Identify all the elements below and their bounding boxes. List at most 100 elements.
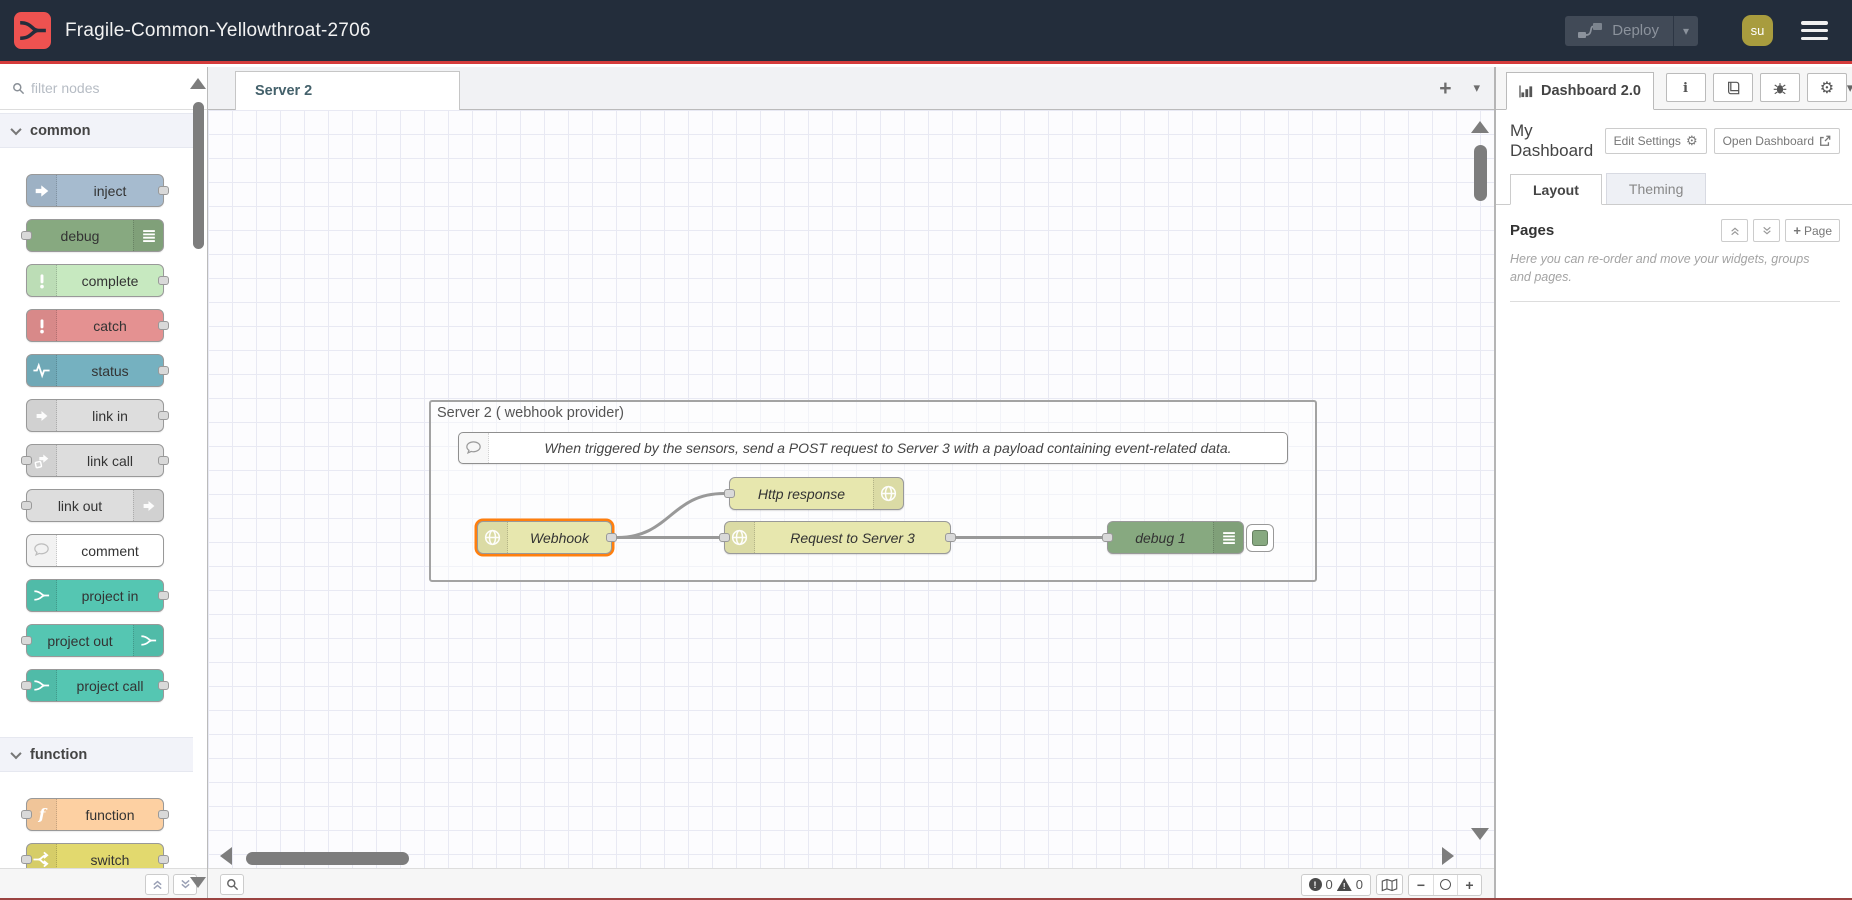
workspace: Server 2 + ▾ Server 2 ( webhook provider… (208, 67, 1494, 900)
node-port-in[interactable] (724, 489, 735, 498)
palette-node-catch[interactable]: catch (26, 309, 164, 342)
zoom-in-button[interactable]: + (1457, 875, 1481, 895)
flow-node-http-response[interactable]: Http response (729, 477, 904, 510)
node-port-out[interactable] (945, 533, 956, 542)
node-port-in (21, 456, 32, 465)
node-palette: common inject debug complete catch status link… (0, 67, 208, 900)
palette-node-comment[interactable]: comment (26, 534, 164, 567)
palette-category-common[interactable]: common (0, 113, 193, 148)
flow-node-webhook[interactable]: Webhook (477, 521, 612, 554)
edit-settings-label: Edit Settings (1614, 134, 1681, 148)
wire-webhook-to-http-response[interactable] (617, 494, 724, 538)
palette-node-label: project in (57, 580, 163, 611)
pages-heading: Pages (1510, 222, 1554, 239)
palette-node-project-in[interactable]: project in (26, 579, 164, 612)
tab-theming[interactable]: Theming (1606, 173, 1706, 204)
sidebar-tab-debug[interactable] (1760, 73, 1800, 102)
palette-node-label: link call (57, 445, 163, 476)
warning-count-icon: ! (1337, 878, 1352, 891)
plus-icon: + (1793, 223, 1801, 238)
flowfuse-icon (133, 625, 163, 656)
exclamation-icon (27, 265, 57, 296)
palette-node-switch[interactable]: switch (26, 843, 164, 868)
palette-node-status[interactable]: status (26, 354, 164, 387)
editor-body: common inject debug complete catch status link… (0, 67, 1852, 900)
add-flow-button[interactable]: + (1439, 78, 1451, 99)
status-badge[interactable]: ! 0 ! 0 (1301, 874, 1371, 896)
chevron-down-icon (10, 747, 21, 758)
canvas-scroll-left-arrow[interactable] (220, 847, 232, 865)
palette-scroll-down-arrow[interactable] (190, 877, 206, 888)
palette-collapse-all-button[interactable] (145, 874, 169, 895)
canvas-vscrollbar-thumb[interactable] (1474, 145, 1487, 201)
debug-list-icon (1213, 522, 1243, 553)
node-port-in[interactable] (719, 533, 730, 542)
palette-scroll-up-arrow[interactable] (190, 78, 206, 89)
palette-node-complete[interactable]: complete (26, 264, 164, 297)
edit-settings-button[interactable]: Edit Settings ⚙ (1605, 128, 1707, 154)
canvas-hscrollbar-thumb[interactable] (246, 852, 409, 865)
move-page-up-button[interactable] (1721, 219, 1748, 242)
node-port-in (21, 855, 32, 864)
node-port-out (158, 855, 169, 864)
canvas-search-button[interactable] (220, 874, 244, 895)
node-port-out (158, 591, 169, 600)
palette-node-link-out[interactable]: link out (26, 489, 164, 522)
node-port-out[interactable] (606, 533, 617, 542)
palette-node-link-in[interactable]: link in (26, 399, 164, 432)
canvas-scroll-right-arrow[interactable] (1442, 847, 1454, 865)
comment-bubble-icon (27, 535, 57, 566)
deploy-button[interactable]: Deploy ▾ (1565, 16, 1698, 46)
flow-node-request[interactable]: Request to Server 3 (724, 521, 951, 554)
canvas-scroll-down-arrow[interactable] (1471, 828, 1489, 840)
flow-node-debug1[interactable]: debug 1 (1107, 521, 1244, 554)
move-page-down-button[interactable] (1753, 219, 1780, 242)
node-port-in (21, 810, 32, 819)
flow-tab-server-2[interactable]: Server 2 (235, 71, 460, 110)
palette-node-inject[interactable]: inject (26, 174, 164, 207)
tab-layout[interactable]: Layout (1510, 174, 1602, 205)
palette-node-project-out[interactable]: project out (26, 624, 164, 657)
palette-node-link-call[interactable]: link call (26, 444, 164, 477)
palette-node-project-call[interactable]: project call (26, 669, 164, 702)
zoom-reset-button[interactable] (1433, 875, 1457, 895)
node-port-out (158, 810, 169, 819)
palette-category-function[interactable]: function (0, 737, 193, 772)
palette-node-debug[interactable]: debug (26, 219, 164, 252)
sidebar-tab-help[interactable] (1713, 73, 1753, 102)
globe-icon (478, 522, 508, 553)
debug-toggle-button[interactable] (1246, 524, 1274, 552)
node-port-in[interactable] (1102, 533, 1113, 542)
deploy-options-caret[interactable]: ▾ (1673, 16, 1698, 46)
palette-node-function[interactable]: ffunction (26, 798, 164, 831)
sidebar-tab-info[interactable]: i (1666, 73, 1706, 102)
palette-node-label: inject (57, 175, 163, 206)
palette-node-label: project out (27, 625, 133, 656)
palette-scrollbar-thumb[interactable] (193, 102, 204, 249)
debug-toggle-state (1252, 530, 1268, 546)
node-port-out (158, 276, 169, 285)
debug-list-icon (133, 220, 163, 251)
exclamation-icon (27, 310, 57, 341)
sidebar-options-caret[interactable]: ▾ (1847, 80, 1852, 96)
pages-description: Here you can re-order and move your widg… (1510, 250, 1830, 286)
flow-list-caret[interactable]: ▾ (1473, 80, 1480, 96)
add-page-button[interactable]: + Page (1785, 219, 1840, 242)
link-arrow-icon (133, 490, 163, 521)
flow-node-label: debug 1 (1108, 522, 1213, 553)
flow-canvas[interactable]: Server 2 ( webhook provider) When trigge… (208, 110, 1494, 868)
link-arrow-icon (27, 400, 57, 431)
main-menu-icon[interactable] (1801, 21, 1828, 40)
tab-theming-label: Theming (1629, 181, 1683, 197)
open-dashboard-button[interactable]: Open Dashboard (1714, 128, 1840, 154)
flow-node-label: Http response (730, 478, 873, 509)
palette-node-label: catch (57, 310, 163, 341)
user-avatar[interactable]: su (1742, 15, 1773, 46)
book-icon (1725, 81, 1741, 95)
canvas-scroll-up-arrow[interactable] (1471, 121, 1489, 133)
filter-nodes-input[interactable] (31, 80, 171, 96)
sidebar-tab-dashboard[interactable]: Dashboard 2.0 (1506, 72, 1654, 110)
navigator-map-button[interactable] (1376, 874, 1403, 895)
zoom-out-button[interactable]: − (1409, 875, 1433, 895)
sidebar-tab-config[interactable]: ⚙ (1807, 73, 1847, 102)
